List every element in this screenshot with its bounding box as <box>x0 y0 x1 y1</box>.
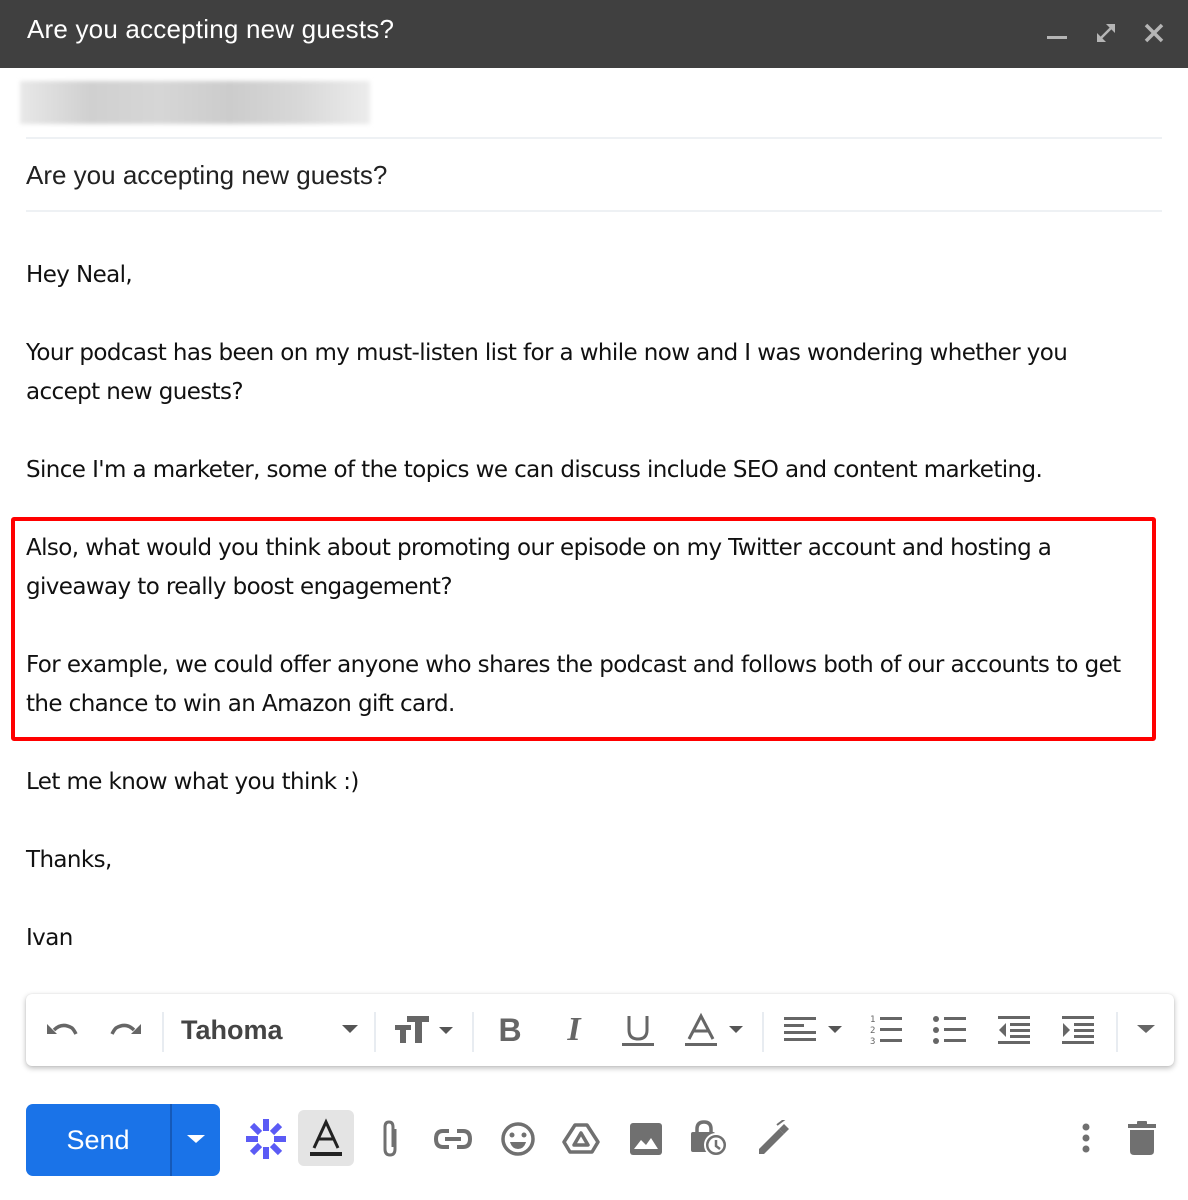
emoji-icon <box>501 1122 535 1156</box>
close-icon <box>1144 23 1164 43</box>
compose-title-bar: Are you accepting new guests? <box>0 0 1188 68</box>
compose-window-title: Are you accepting new guests? <box>27 14 395 44</box>
align-left-icon <box>784 1017 842 1041</box>
bold-button[interactable]: B <box>492 1012 528 1048</box>
paperclip-icon <box>383 1120 397 1157</box>
body-paragraph: Let me know what you think :) <box>26 769 359 795</box>
indent-less-button[interactable] <box>994 1012 1034 1048</box>
more-vert-icon <box>1082 1123 1090 1153</box>
discard-draft-button[interactable] <box>1117 1114 1167 1164</box>
expand-icon <box>1097 24 1115 42</box>
trash-icon <box>1128 1121 1156 1155</box>
attach-file-button[interactable] <box>366 1114 416 1164</box>
chevron-down-icon <box>187 1135 205 1143</box>
recipient-address-blurred <box>20 81 370 124</box>
close-button[interactable] <box>1139 18 1169 48</box>
indent-more-button[interactable] <box>1058 1012 1098 1048</box>
text-color-button[interactable] <box>682 1012 748 1048</box>
redo-icon <box>110 1023 141 1035</box>
underline-button[interactable] <box>618 1012 658 1048</box>
text-color-icon <box>685 1012 743 1046</box>
body-paragraph-greeting: Hey Neal, <box>26 262 133 288</box>
bulleted-list-icon <box>933 1016 966 1044</box>
svg-text:2: 2 <box>870 1026 875 1036</box>
toolbar-separator <box>472 1012 474 1052</box>
bulleted-list-button[interactable] <box>930 1012 970 1048</box>
insert-signature-button[interactable] <box>749 1114 799 1164</box>
minimize-button[interactable] <box>1042 18 1072 48</box>
full-screen-button[interactable] <box>1091 18 1121 48</box>
numbered-list-button[interactable]: 1 2 3 <box>866 1012 906 1048</box>
highlight-annotation-box <box>11 517 1156 741</box>
toolbar-separator <box>374 1012 376 1052</box>
confidential-mode-button[interactable] <box>684 1114 734 1164</box>
chevron-down-icon <box>1137 1025 1155 1033</box>
insert-photo-button[interactable] <box>621 1114 671 1164</box>
italic-icon: I <box>567 1011 581 1048</box>
toolbar-separator <box>762 1012 764 1052</box>
more-options-button[interactable] <box>1061 1114 1111 1164</box>
more-formatting-button[interactable] <box>1130 1012 1162 1048</box>
subject-input-value: Are you accepting new guests? <box>26 160 388 190</box>
align-button[interactable] <box>780 1012 850 1048</box>
text-size-icon <box>395 1016 453 1043</box>
formatting-options-button[interactable] <box>298 1110 354 1166</box>
link-icon <box>433 1129 473 1149</box>
chevron-down-icon <box>342 1025 358 1033</box>
minimize-icon <box>1047 36 1067 39</box>
subject-field[interactable]: Are you accepting new guests? <box>26 139 1162 212</box>
bold-icon: B <box>498 1011 522 1048</box>
underline-icon <box>622 1016 654 1046</box>
formatting-toolbar: Tahoma B I 1 2 3 <box>26 994 1174 1066</box>
toolbar-separator <box>1116 1012 1118 1052</box>
svg-text:3: 3 <box>870 1037 875 1046</box>
pen-icon <box>759 1120 789 1154</box>
body-paragraph-signoff: Thanks, <box>26 847 112 873</box>
insert-emoji-button[interactable] <box>493 1114 543 1164</box>
redo-button[interactable] <box>106 1012 146 1048</box>
indent-less-icon <box>998 1016 1030 1044</box>
body-paragraph-signature: Ivan <box>26 925 73 951</box>
integration-extension-button[interactable] <box>241 1114 291 1164</box>
undo-icon <box>47 1023 78 1035</box>
font-size-button[interactable] <box>392 1012 458 1048</box>
schedule-send-dropdown[interactable] <box>172 1104 220 1176</box>
italic-button[interactable]: I <box>556 1011 592 1048</box>
body-paragraph: Since I'm a marketer, some of the topics… <box>26 457 1043 483</box>
send-button-group: Send <box>26 1104 220 1176</box>
toolbar-separator <box>162 1012 164 1052</box>
indent-more-icon <box>1062 1016 1094 1044</box>
asterisk-icon <box>246 1119 286 1159</box>
lock-clock-icon <box>691 1120 728 1157</box>
numbered-list-icon: 1 2 3 <box>870 1015 902 1046</box>
undo-button[interactable] <box>42 1012 82 1048</box>
recipients-field[interactable] <box>20 68 1162 139</box>
formatting-text-icon <box>310 1118 342 1156</box>
send-button[interactable]: Send <box>26 1104 170 1176</box>
body-paragraph: Your podcast has been on my must-listen … <box>26 340 1068 405</box>
insert-drive-file-button[interactable] <box>556 1114 606 1164</box>
insert-link-button[interactable] <box>428 1114 478 1164</box>
google-drive-icon <box>562 1123 600 1154</box>
photo-icon <box>630 1123 662 1155</box>
font-family-value: Tahoma <box>181 1015 283 1045</box>
svg-text:1: 1 <box>870 1015 875 1025</box>
font-family-caret[interactable] <box>338 1012 362 1048</box>
